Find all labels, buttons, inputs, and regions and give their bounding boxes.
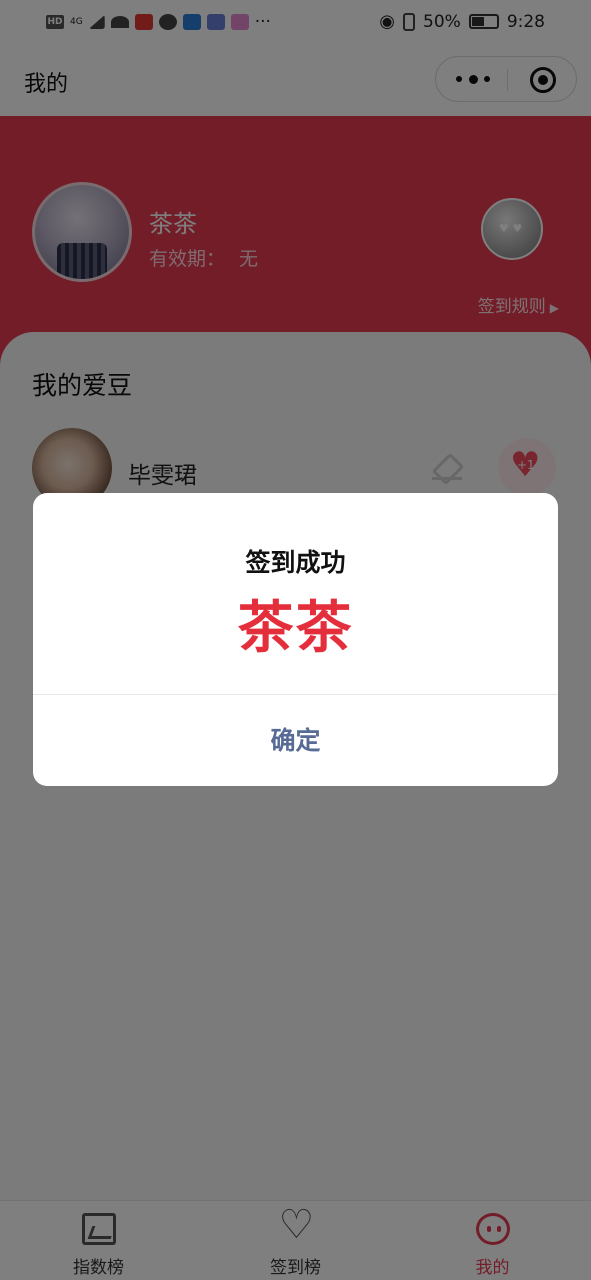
confirm-button[interactable]: 确定 — [33, 695, 558, 786]
dialog-title: 签到成功 — [245, 548, 346, 577]
checkin-success-dialog: 签到成功 茶茶 确定 — [33, 493, 558, 786]
dialog-content: 茶茶 — [237, 596, 354, 661]
